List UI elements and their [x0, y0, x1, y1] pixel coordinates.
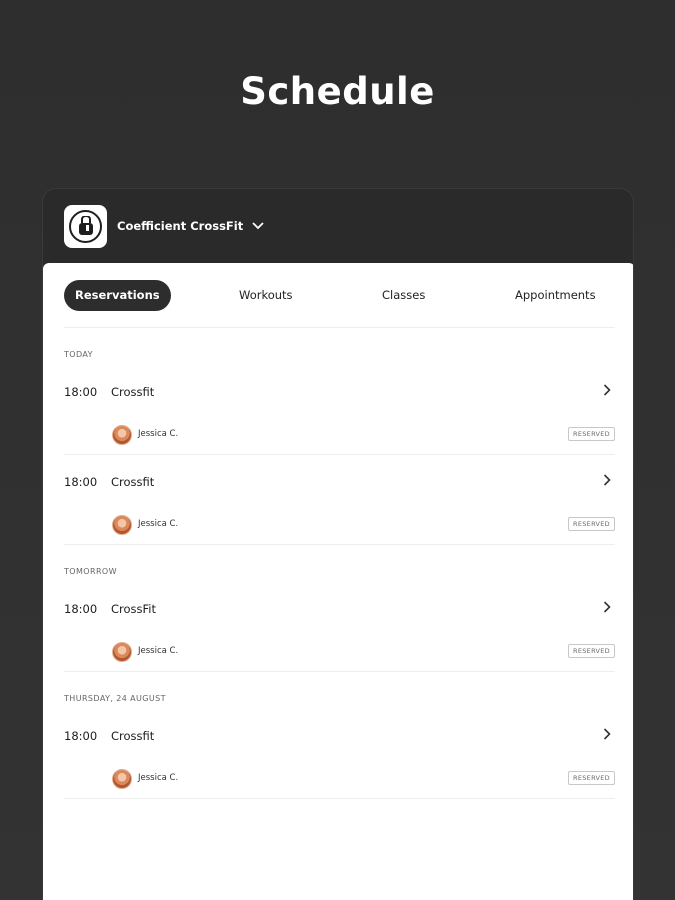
member-name: Jessica C. [138, 429, 179, 439]
reservation-row[interactable]: 18:00 Crossfit Jessica C. RESERVED [64, 367, 615, 455]
class-time: 18:00 [64, 385, 98, 399]
chevron-right-icon[interactable] [603, 382, 611, 400]
row-divider [64, 454, 615, 455]
member-name: Jessica C. [138, 519, 179, 529]
avatar [112, 515, 132, 535]
row-divider [64, 544, 615, 545]
gym-name: Coefficient CrossFit [117, 219, 244, 233]
chevron-right-icon[interactable] [603, 472, 611, 490]
avatar [112, 425, 132, 445]
status-badge: RESERVED [568, 771, 615, 785]
section-label-today: TODAY [64, 350, 93, 359]
gym-logo [64, 204, 107, 248]
schedule-panel: Reservations Workouts Classes Appointmen… [43, 263, 633, 900]
tab-reservations[interactable]: Reservations [64, 280, 171, 311]
row-divider [64, 671, 615, 672]
member-name: Jessica C. [138, 773, 179, 783]
gym-selector[interactable]: Coefficient CrossFit [43, 189, 633, 263]
chevron-down-icon[interactable] [252, 221, 264, 232]
reservation-row[interactable]: 18:00 Crossfit Jessica C. RESERVED [64, 711, 615, 799]
avatar [112, 642, 132, 662]
status-badge: RESERVED [568, 644, 615, 658]
chevron-right-icon[interactable] [603, 726, 611, 744]
screen: Schedule Coefficient CrossFit Reservatio… [0, 0, 675, 900]
tab-bar: Reservations Workouts Classes Appointmen… [64, 280, 615, 311]
avatar [112, 769, 132, 789]
class-time: 18:00 [64, 729, 98, 743]
row-divider [64, 798, 615, 799]
tab-workouts[interactable]: Workouts [239, 280, 293, 311]
class-name: Crossfit [111, 729, 155, 743]
reservation-row[interactable]: 18:00 Crossfit Jessica C. RESERVED [64, 457, 615, 545]
class-name: Crossfit [111, 475, 155, 489]
class-time: 18:00 [64, 475, 98, 489]
member-name: Jessica C. [138, 646, 179, 656]
status-badge: RESERVED [568, 517, 615, 531]
chevron-right-icon[interactable] [603, 599, 611, 617]
page-title: Schedule [240, 70, 435, 113]
section-label-thursday: THURSDAY, 24 AUGUST [64, 694, 166, 703]
tab-classes[interactable]: Classes [382, 280, 425, 311]
section-label-tomorrow: TOMORROW [64, 567, 117, 576]
class-time: 18:00 [64, 602, 98, 616]
app-window: Coefficient CrossFit Reservations Workou… [42, 188, 634, 900]
kettlebell-icon [69, 209, 102, 243]
status-badge: RESERVED [568, 427, 615, 441]
class-name: Crossfit [111, 385, 155, 399]
reservation-row[interactable]: 18:00 CrossFit Jessica C. RESERVED [64, 584, 615, 672]
class-name: CrossFit [111, 602, 157, 616]
tab-appointments[interactable]: Appointments [515, 280, 596, 311]
divider [64, 327, 615, 328]
